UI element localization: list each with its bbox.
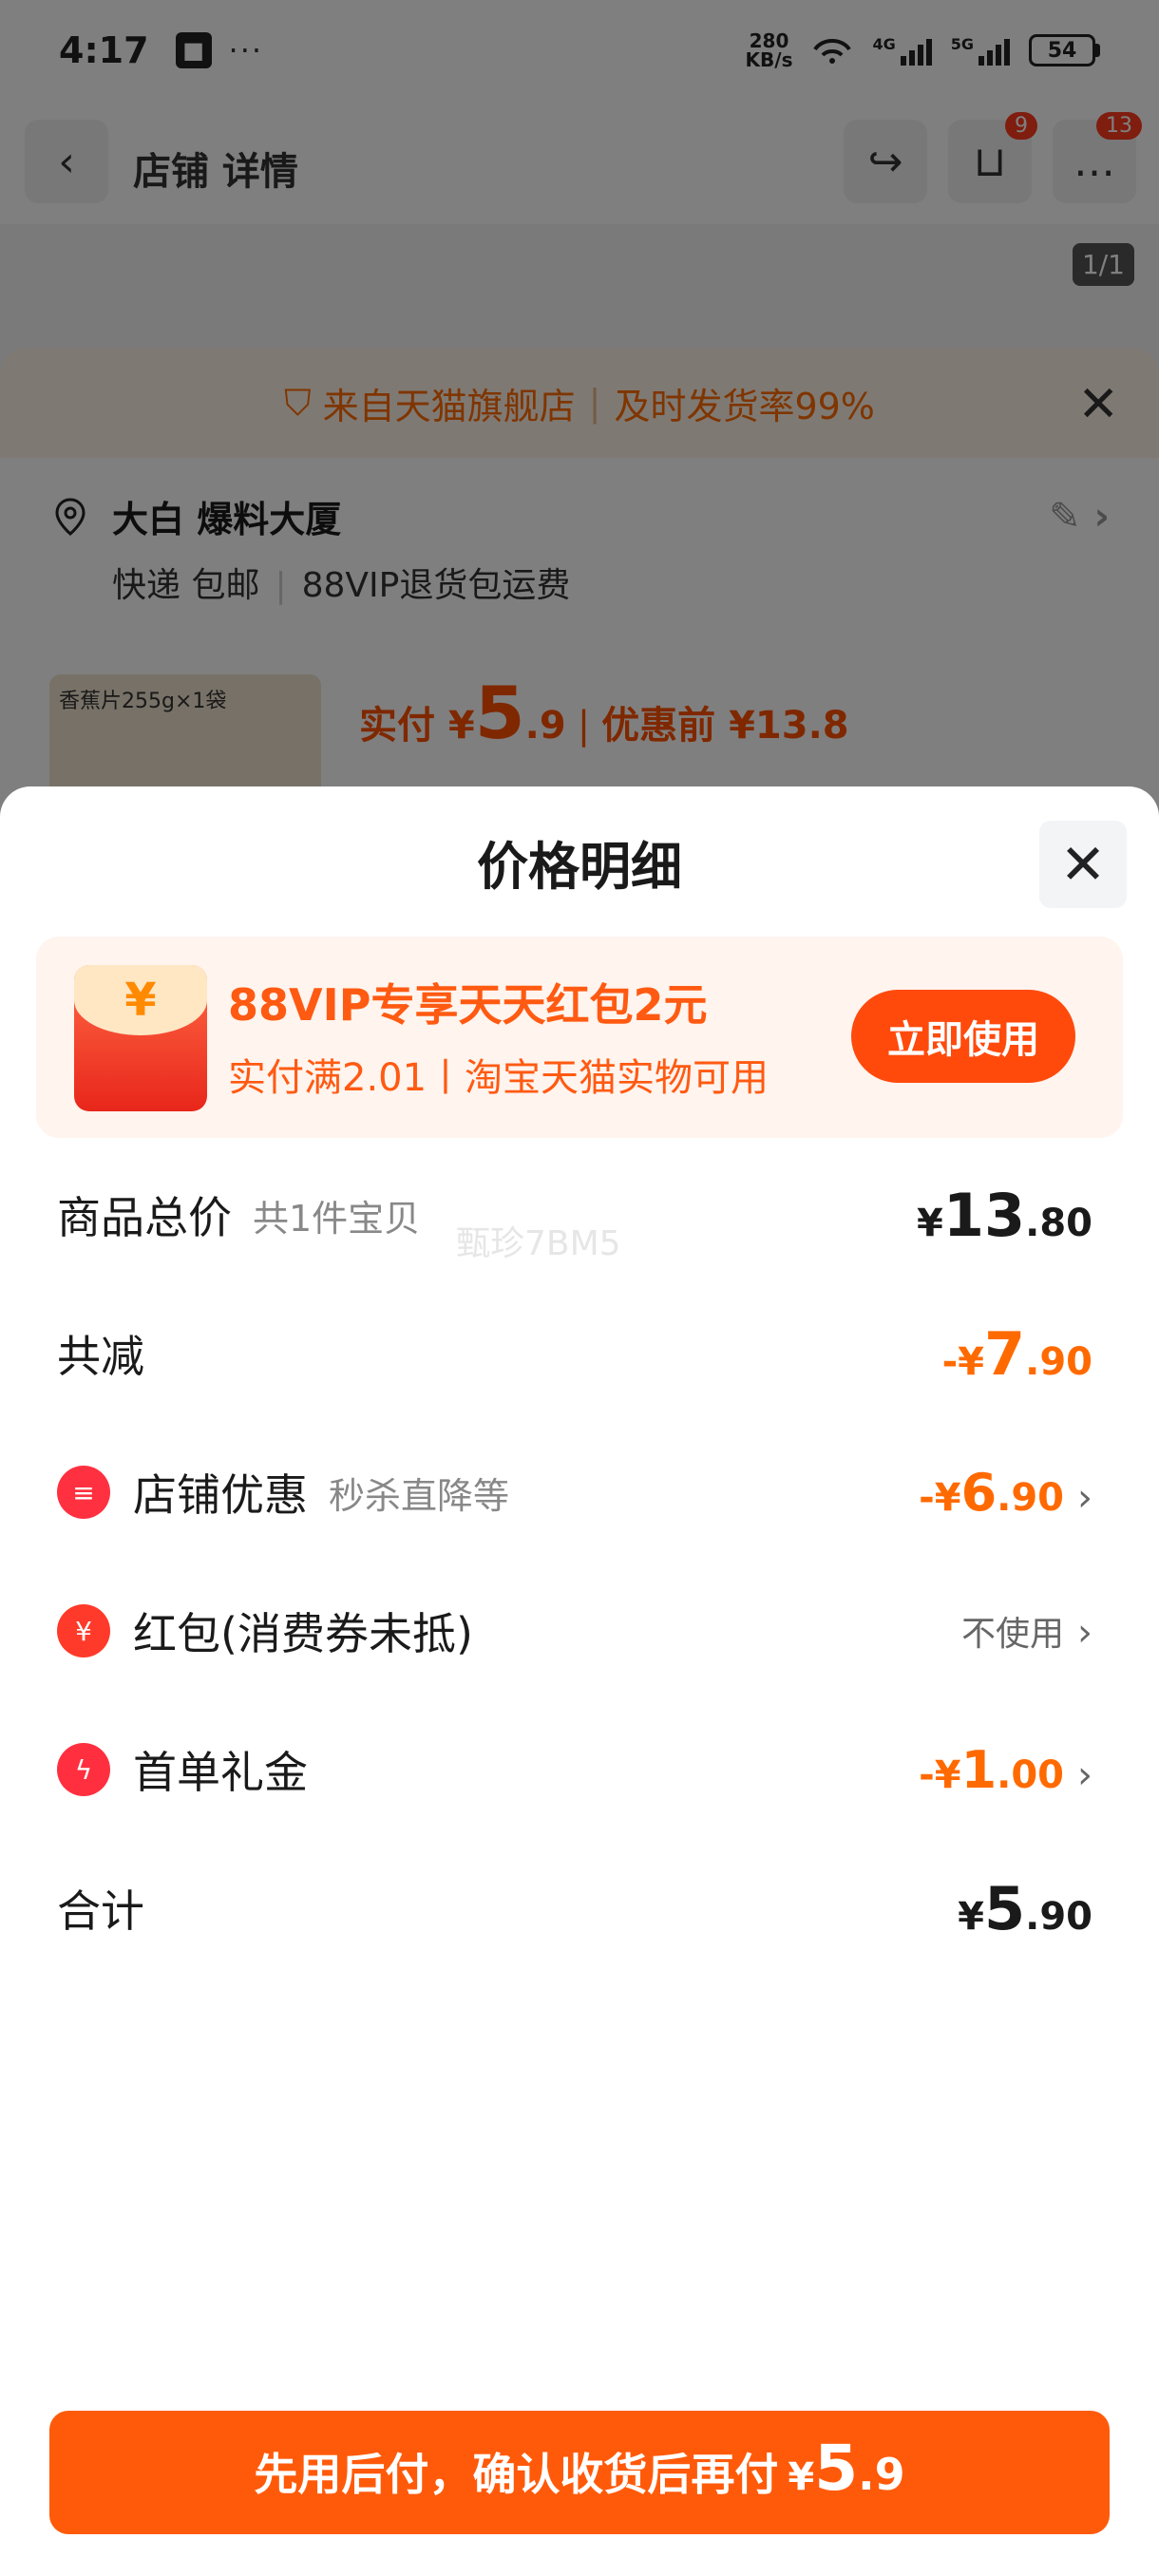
close-icon: ✕ xyxy=(1059,832,1107,897)
close-button[interactable]: ✕ xyxy=(1039,821,1127,908)
sheet-title: 价格明细 xyxy=(477,837,682,897)
lightning-icon: ϟ xyxy=(57,1743,110,1796)
total-discount-row: 共减 -¥7.90 xyxy=(57,1318,1092,1389)
first-order-gift-amount: -¥1.00 xyxy=(919,1739,1064,1800)
red-packet-row[interactable]: ¥ 红包(消费券未抵) 不使用 › xyxy=(57,1588,1092,1674)
chevron-right-icon: › xyxy=(1077,1475,1092,1520)
total-price-row: 商品总价 共1件宝贝 ¥13.80 xyxy=(57,1180,1092,1250)
price-details-sheet: 价格明细 ✕ ¥ 88VIP专享天天红包2元 实付满2.01丨淘宝天猫实物可用 … xyxy=(0,786,1159,2576)
dim-overlay[interactable] xyxy=(0,0,1159,855)
total-discount-amount: -¥7.90 xyxy=(941,1318,1092,1389)
chevron-right-icon: › xyxy=(1077,1611,1092,1655)
store-icon: ≡ xyxy=(57,1466,110,1519)
sum-row: 合计 ¥5.90 xyxy=(57,1873,1092,1943)
red-packet-value: 不使用 xyxy=(960,1615,1064,1654)
store-discount-row[interactable]: ≡ 店铺优惠 秒杀直降等 -¥6.90 › xyxy=(57,1449,1092,1535)
chevron-right-icon: › xyxy=(1077,1752,1092,1797)
sum-amount: ¥5.90 xyxy=(958,1873,1092,1943)
promo-subtitle: 实付满2.01丨淘宝天猫实物可用 xyxy=(228,1056,770,1100)
red-packet-icon: ¥ xyxy=(74,965,207,1111)
pay-later-confirm-button[interactable]: 先用后付，确认收货后再付 ¥ 5 .9 xyxy=(49,2411,1110,2534)
first-order-gift-row[interactable]: ϟ 首单礼金 -¥1.00 › xyxy=(57,1727,1092,1812)
promo-card: ¥ 88VIP专享天天红包2元 实付满2.01丨淘宝天猫实物可用 立即使用 xyxy=(36,937,1123,1138)
use-now-button[interactable]: 立即使用 xyxy=(851,990,1075,1083)
promo-title: 88VIP专享天天红包2元 xyxy=(228,979,708,1031)
red-packet-icon: ¥ xyxy=(57,1604,110,1657)
total-price-amount: ¥13.80 xyxy=(917,1180,1092,1250)
store-discount-amount: -¥6.90 xyxy=(919,1462,1064,1523)
